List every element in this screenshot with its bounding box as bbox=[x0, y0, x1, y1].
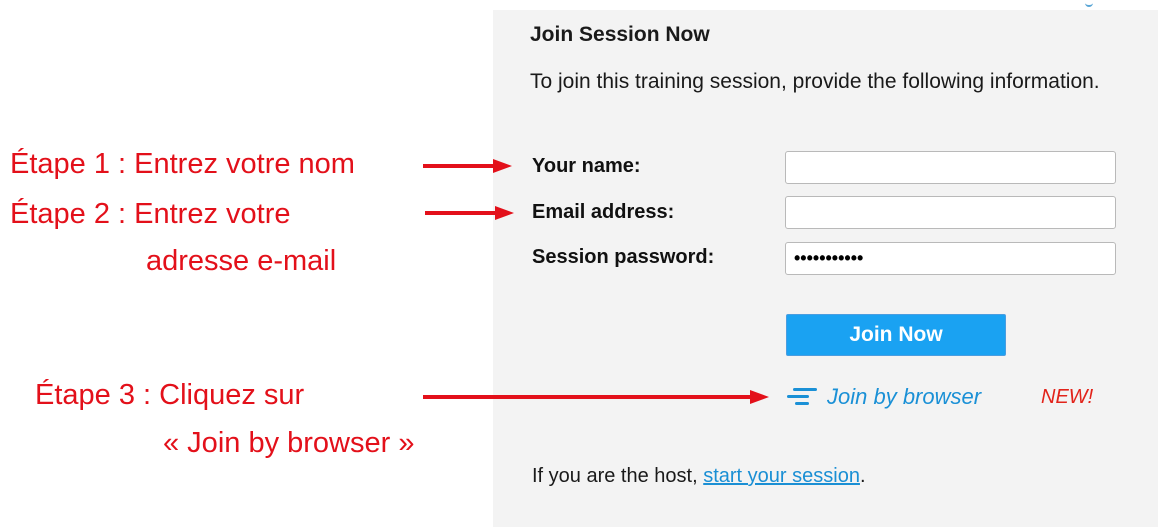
panel-intro-text: To join this training session, provide t… bbox=[530, 70, 1100, 93]
join-by-browser-link[interactable]: Join by browser bbox=[785, 382, 981, 412]
host-text-prefix: If you are the host, bbox=[532, 465, 704, 487]
stacked-lines-icon bbox=[787, 388, 817, 405]
name-label: Your name: bbox=[532, 155, 641, 177]
new-badge: NEW! bbox=[1041, 386, 1094, 408]
host-line: If you are the host, start your session. bbox=[532, 465, 866, 488]
panel-title: Join Session Now bbox=[530, 23, 710, 46]
step3-annotation-line2: « Join by browser » bbox=[163, 427, 415, 459]
host-text-suffix: . bbox=[859, 465, 866, 487]
start-session-link[interactable]: start your session bbox=[703, 465, 860, 487]
email-input[interactable] bbox=[785, 196, 1116, 229]
step1-annotation: Étape 1 : Entrez votre nom bbox=[10, 148, 355, 180]
panel-corner-mark bbox=[1085, 0, 1093, 7]
step3-annotation-line1: Étape 3 : Cliquez sur bbox=[35, 379, 305, 411]
join-by-browser-label: Join by browser bbox=[827, 384, 982, 409]
password-label: Session password: bbox=[532, 246, 715, 268]
password-input[interactable] bbox=[785, 242, 1116, 275]
step2-annotation-line2: adresse e-mail bbox=[146, 245, 337, 277]
step2-annotation-line1: Étape 2 : Entrez votre bbox=[10, 198, 291, 230]
email-label: Email address: bbox=[532, 201, 675, 223]
join-now-button[interactable]: Join Now bbox=[786, 314, 1006, 356]
name-input[interactable] bbox=[785, 151, 1116, 184]
page: Join Session Now To join this training s… bbox=[0, 0, 1158, 527]
